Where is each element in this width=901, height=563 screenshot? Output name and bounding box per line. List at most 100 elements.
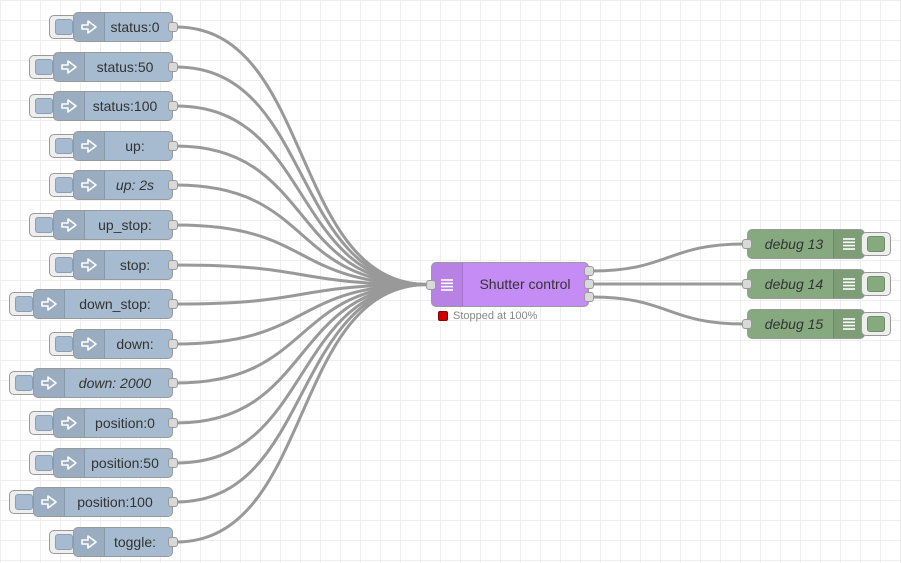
inject-button-face bbox=[35, 98, 53, 114]
debug-node[interactable]: debug 15 bbox=[747, 309, 865, 339]
inject-node[interactable]: down_stop: bbox=[33, 289, 173, 319]
arrow-in-icon bbox=[74, 251, 105, 279]
debug-toggle-face bbox=[867, 276, 885, 292]
inject-button-face bbox=[55, 336, 73, 352]
arrow-in-icon bbox=[74, 528, 105, 556]
output-port[interactable] bbox=[168, 418, 178, 428]
wire[interactable] bbox=[175, 283, 429, 504]
inject-node-label: stop: bbox=[119, 257, 151, 273]
wire[interactable] bbox=[175, 283, 429, 385]
inject-node[interactable]: status:0 bbox=[73, 12, 173, 42]
list-icon bbox=[833, 230, 864, 258]
inject-node[interactable]: down: bbox=[73, 329, 173, 359]
inject-button-face bbox=[55, 138, 73, 154]
output-port[interactable] bbox=[168, 220, 178, 230]
debug-node-label: debug 15 bbox=[764, 316, 824, 332]
wire[interactable] bbox=[175, 283, 429, 425]
inject-node-label: up: bbox=[125, 138, 145, 154]
output-port[interactable] bbox=[168, 299, 178, 309]
wire[interactable] bbox=[175, 104, 429, 286]
inject-node-label: down_stop: bbox=[79, 296, 151, 312]
debug-toggle-button[interactable] bbox=[861, 272, 891, 296]
inject-button-face bbox=[55, 177, 73, 193]
node-status: Stopped at 100% bbox=[438, 310, 537, 322]
inject-node[interactable]: position:100 bbox=[33, 487, 173, 517]
inject-button-face bbox=[35, 59, 53, 75]
output-port[interactable] bbox=[168, 458, 178, 468]
inject-node[interactable]: position:50 bbox=[53, 448, 173, 478]
arrow-in-icon bbox=[74, 171, 105, 199]
output-port[interactable] bbox=[168, 22, 178, 32]
debug-toggle-face bbox=[867, 316, 885, 332]
output-port[interactable] bbox=[168, 101, 178, 111]
debug-toggle-button[interactable] bbox=[861, 232, 891, 256]
output-port[interactable] bbox=[584, 266, 594, 276]
inject-node-label: up_stop: bbox=[98, 217, 152, 233]
shutter-control-label: Shutter control bbox=[479, 276, 571, 292]
inject-node-label: toggle: bbox=[113, 534, 157, 550]
list-icon bbox=[833, 270, 864, 298]
output-port[interactable] bbox=[168, 141, 178, 151]
input-port[interactable] bbox=[742, 239, 752, 249]
status-text: Stopped at 100% bbox=[453, 310, 538, 322]
wire[interactable] bbox=[175, 283, 429, 544]
output-port[interactable] bbox=[168, 260, 178, 270]
inject-node-label: position:50 bbox=[91, 455, 159, 471]
wire[interactable] bbox=[175, 144, 429, 286]
inject-node[interactable]: stop: bbox=[73, 250, 173, 280]
inject-node[interactable]: toggle: bbox=[73, 527, 173, 557]
output-port[interactable] bbox=[168, 497, 178, 507]
output-port[interactable] bbox=[168, 339, 178, 349]
inject-node[interactable]: status:100 bbox=[53, 91, 173, 121]
arrow-in-icon bbox=[54, 211, 85, 239]
inject-button-face bbox=[35, 217, 53, 233]
debug-toggle-face bbox=[867, 236, 885, 252]
list-icon bbox=[432, 263, 463, 306]
inject-button-face bbox=[15, 375, 33, 391]
output-port[interactable] bbox=[168, 180, 178, 190]
output-port[interactable] bbox=[168, 62, 178, 72]
arrow-in-icon bbox=[34, 369, 65, 397]
output-port[interactable] bbox=[584, 279, 594, 289]
inject-button-face bbox=[55, 534, 73, 550]
input-port[interactable] bbox=[742, 279, 752, 289]
input-port[interactable] bbox=[426, 279, 436, 290]
wire[interactable] bbox=[591, 295, 745, 326]
arrow-in-icon bbox=[54, 53, 85, 81]
inject-node[interactable]: status:50 bbox=[53, 52, 173, 82]
wire[interactable] bbox=[175, 65, 429, 286]
inject-button-face bbox=[35, 455, 53, 471]
output-port[interactable] bbox=[584, 292, 594, 302]
arrow-in-icon bbox=[74, 330, 105, 358]
wire[interactable] bbox=[175, 183, 429, 286]
inject-node[interactable]: position:0 bbox=[53, 408, 173, 438]
arrow-in-icon bbox=[74, 132, 105, 160]
inject-node-label: status:100 bbox=[92, 98, 158, 114]
debug-toggle-button[interactable] bbox=[861, 312, 891, 336]
inject-node[interactable]: up: bbox=[73, 131, 173, 161]
arrow-in-icon bbox=[54, 449, 85, 477]
input-port[interactable] bbox=[742, 319, 752, 329]
inject-node-label: position:100 bbox=[77, 494, 153, 510]
debug-node-label: debug 14 bbox=[764, 276, 824, 292]
debug-node[interactable]: debug 14 bbox=[747, 269, 865, 299]
debug-node[interactable]: debug 13 bbox=[747, 229, 865, 259]
inject-node-label: position:0 bbox=[95, 415, 155, 431]
output-port[interactable] bbox=[168, 537, 178, 547]
inject-node[interactable]: up: 2s bbox=[73, 170, 173, 200]
inject-node[interactable]: down: 2000 bbox=[33, 368, 173, 398]
wire[interactable] bbox=[591, 242, 745, 273]
output-port[interactable] bbox=[168, 378, 178, 388]
list-icon bbox=[833, 310, 864, 338]
shutter-control-node[interactable]: Shutter control bbox=[431, 262, 589, 307]
inject-button-face bbox=[15, 296, 33, 312]
flow-canvas[interactable]: status:0 status:50 status:100 up: up: 2s up_s… bbox=[0, 0, 901, 563]
inject-node-label: up: 2s bbox=[115, 177, 155, 193]
wire[interactable] bbox=[175, 25, 429, 286]
wire[interactable] bbox=[175, 283, 429, 465]
arrow-in-icon bbox=[54, 92, 85, 120]
inject-node[interactable]: up_stop: bbox=[53, 210, 173, 240]
inject-button-face bbox=[35, 415, 53, 431]
inject-button-face bbox=[55, 19, 73, 35]
inject-button-face bbox=[15, 494, 33, 510]
